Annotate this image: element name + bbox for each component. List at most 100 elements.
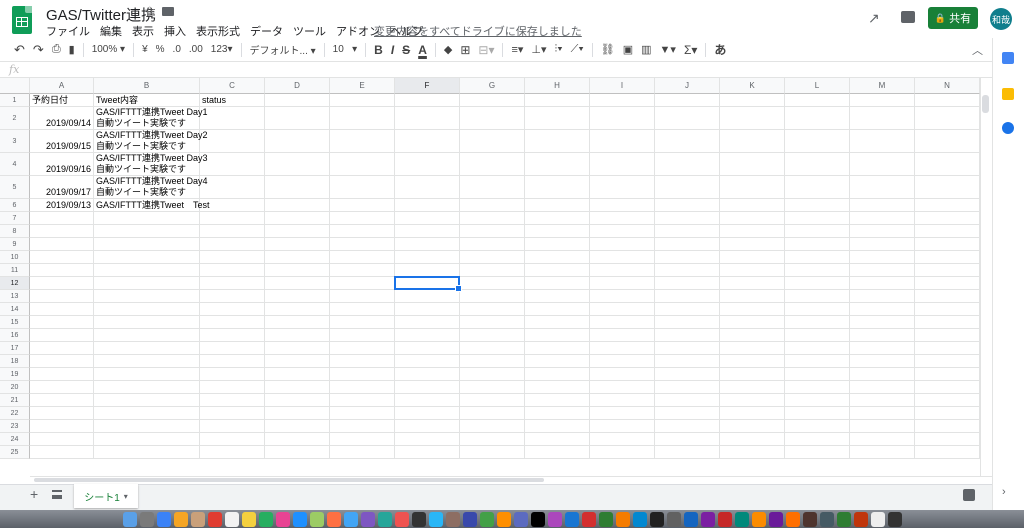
- cell[interactable]: [460, 94, 525, 107]
- column-header-l[interactable]: L: [785, 78, 850, 94]
- cell[interactable]: [395, 433, 460, 446]
- activity-trend-icon[interactable]: ↗: [868, 10, 880, 27]
- cell[interactable]: [590, 199, 655, 212]
- cell[interactable]: [94, 329, 200, 342]
- cell[interactable]: [590, 212, 655, 225]
- star-icon[interactable]: ☆: [144, 3, 156, 19]
- cell[interactable]: [94, 277, 200, 290]
- cell[interactable]: [200, 329, 265, 342]
- cell[interactable]: [720, 176, 785, 199]
- cell[interactable]: [850, 277, 915, 290]
- cell[interactable]: [94, 394, 200, 407]
- cell[interactable]: [460, 290, 525, 303]
- row-header-24[interactable]: 24: [0, 433, 30, 446]
- cell[interactable]: [200, 420, 265, 433]
- cell[interactable]: [720, 303, 785, 316]
- cell[interactable]: [265, 355, 330, 368]
- cell[interactable]: [850, 290, 915, 303]
- cell[interactable]: [94, 316, 200, 329]
- cell[interactable]: [265, 381, 330, 394]
- dock-app-icon[interactable]: [632, 512, 647, 527]
- cell[interactable]: [94, 407, 200, 420]
- folder-icon[interactable]: [162, 7, 174, 16]
- cell[interactable]: [30, 316, 94, 329]
- cell[interactable]: [330, 446, 395, 459]
- horizontal-align-icon[interactable]: ≡▾: [511, 43, 523, 56]
- cell[interactable]: [785, 355, 850, 368]
- cell[interactable]: [655, 316, 720, 329]
- document-title[interactable]: GAS/Twitter連携: [46, 4, 156, 25]
- cell[interactable]: [265, 368, 330, 381]
- cell[interactable]: [94, 238, 200, 251]
- cell[interactable]: [330, 368, 395, 381]
- cell[interactable]: [720, 368, 785, 381]
- row-header-1[interactable]: 1: [0, 94, 30, 107]
- cell[interactable]: [915, 290, 980, 303]
- cell[interactable]: [590, 176, 655, 199]
- cell[interactable]: [785, 342, 850, 355]
- insert-link-icon[interactable]: ⛓: [601, 43, 615, 56]
- cell[interactable]: [265, 394, 330, 407]
- cell[interactable]: [30, 212, 94, 225]
- expand-side-panel-chevron-icon[interactable]: ›: [1002, 486, 1006, 498]
- cell[interactable]: [30, 329, 94, 342]
- cell[interactable]: [460, 199, 525, 212]
- cell[interactable]: [655, 433, 720, 446]
- cell[interactable]: [850, 433, 915, 446]
- row-header-13[interactable]: 13: [0, 290, 30, 303]
- cell[interactable]: [200, 407, 265, 420]
- column-header-e[interactable]: E: [330, 78, 395, 94]
- cell[interactable]: [395, 199, 460, 212]
- text-color-button[interactable]: A: [418, 43, 427, 57]
- cell[interactable]: [200, 251, 265, 264]
- cell[interactable]: [590, 329, 655, 342]
- cell[interactable]: [460, 394, 525, 407]
- cell[interactable]: [850, 107, 915, 130]
- cell[interactable]: [460, 277, 525, 290]
- cell[interactable]: [94, 420, 200, 433]
- cell[interactable]: [915, 238, 980, 251]
- cell[interactable]: [525, 277, 590, 290]
- cell[interactable]: [720, 130, 785, 153]
- dock-app-icon[interactable]: [802, 512, 817, 527]
- cell[interactable]: [395, 316, 460, 329]
- dock-app-icon[interactable]: [819, 512, 834, 527]
- cell[interactable]: [720, 94, 785, 107]
- column-header-g[interactable]: G: [460, 78, 525, 94]
- dock-app-icon[interactable]: [768, 512, 783, 527]
- cell[interactable]: [265, 420, 330, 433]
- cell[interactable]: [720, 212, 785, 225]
- avatar[interactable]: 和哉: [990, 8, 1012, 30]
- cell[interactable]: [30, 446, 94, 459]
- cell[interactable]: [590, 446, 655, 459]
- cell[interactable]: [94, 446, 200, 459]
- cell[interactable]: [850, 264, 915, 277]
- add-sheet-button[interactable]: +: [30, 486, 38, 502]
- cell[interactable]: [330, 199, 395, 212]
- cell[interactable]: [525, 176, 590, 199]
- cell[interactable]: [720, 316, 785, 329]
- row-header-4[interactable]: 4: [0, 153, 30, 176]
- cell[interactable]: [460, 225, 525, 238]
- cell[interactable]: [785, 303, 850, 316]
- cell[interactable]: [330, 381, 395, 394]
- cell[interactable]: [265, 153, 330, 176]
- cell[interactable]: [655, 290, 720, 303]
- cell[interactable]: [850, 446, 915, 459]
- cell[interactable]: [395, 420, 460, 433]
- column-header-d[interactable]: D: [265, 78, 330, 94]
- cell[interactable]: [200, 212, 265, 225]
- cell[interactable]: [655, 251, 720, 264]
- cell[interactable]: [525, 212, 590, 225]
- cell[interactable]: [590, 130, 655, 153]
- explore-icon[interactable]: [963, 489, 975, 501]
- insert-comment-icon[interactable]: ▣: [623, 43, 633, 56]
- tasks-icon[interactable]: [1002, 122, 1014, 134]
- cell[interactable]: [30, 238, 94, 251]
- cell[interactable]: [525, 303, 590, 316]
- cell[interactable]: [200, 368, 265, 381]
- dock-app-icon[interactable]: [700, 512, 715, 527]
- row-header-17[interactable]: 17: [0, 342, 30, 355]
- cell[interactable]: [265, 176, 330, 199]
- cell[interactable]: [915, 433, 980, 446]
